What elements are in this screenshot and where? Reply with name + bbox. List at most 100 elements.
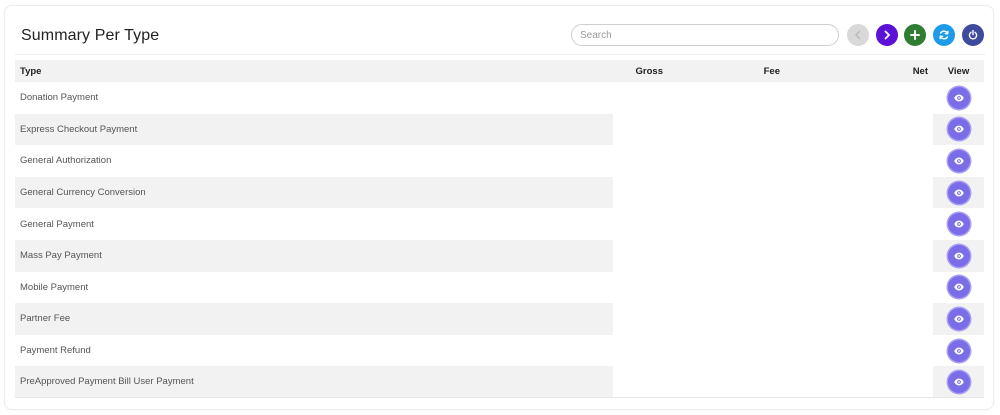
view-cell	[933, 335, 984, 367]
gross-cell	[613, 366, 668, 399]
add-button[interactable]	[904, 24, 926, 46]
column-header-net[interactable]: Net	[785, 60, 933, 82]
view-cell	[933, 272, 984, 304]
refresh-button[interactable]	[933, 24, 955, 46]
column-header-fee[interactable]: Fee	[668, 60, 785, 82]
view-button[interactable]	[947, 86, 970, 109]
power-button[interactable]	[962, 24, 984, 46]
summary-table: Type Gross Fee Net View Donation Payment…	[15, 60, 984, 399]
eye-icon	[953, 94, 964, 102]
eye-icon	[953, 378, 964, 386]
eye-icon	[953, 189, 964, 196]
view-button[interactable]	[947, 181, 970, 204]
gross-cell	[613, 82, 668, 114]
type-cell: General Payment	[20, 218, 94, 230]
type-cell: Donation Payment	[20, 92, 99, 104]
fee-cell	[668, 239, 785, 272]
net-cell	[785, 334, 933, 367]
view-cell	[933, 145, 984, 177]
view-button[interactable]	[947, 244, 970, 267]
fee-cell	[668, 113, 785, 146]
fee-cell	[668, 176, 785, 209]
next-button[interactable]	[876, 24, 898, 46]
eye-icon	[953, 157, 964, 165]
eye-icon	[953, 252, 964, 260]
view-cell	[933, 303, 984, 335]
fee-cell	[668, 366, 785, 399]
view-button[interactable]	[947, 370, 970, 393]
type-cell: General Currency Conversion	[15, 176, 613, 209]
view-button[interactable]	[947, 118, 970, 141]
gross-cell	[613, 239, 668, 272]
fee-cell	[668, 271, 785, 304]
fee-cell	[668, 208, 785, 240]
header-divider	[15, 54, 985, 55]
table-row: Payment Refund	[15, 334, 984, 367]
type-cell: Express Checkout Payment	[15, 113, 613, 146]
view-cell	[933, 366, 984, 399]
plus-icon	[910, 30, 920, 40]
view-button[interactable]	[947, 213, 970, 236]
net-cell	[785, 145, 933, 177]
view-cell	[933, 208, 984, 240]
summary-card: Summary Per Type Search Type Gross Fee N…	[4, 5, 994, 410]
column-header-gross[interactable]: Gross	[613, 60, 668, 82]
net-cell	[785, 303, 933, 335]
fee-cell	[668, 145, 785, 177]
view-cell	[933, 113, 984, 146]
prev-button[interactable]	[847, 24, 869, 46]
gross-cell	[613, 271, 668, 304]
type-cell: Mass Pay Payment	[15, 239, 613, 272]
net-cell	[785, 239, 933, 272]
type-cell: PreApproved Payment Bill User Payment	[15, 366, 613, 399]
table-row: General Payment	[15, 208, 984, 240]
gross-cell	[613, 303, 668, 335]
eye-icon	[953, 125, 964, 133]
net-cell	[785, 208, 933, 240]
table-row: General Authorization	[15, 145, 984, 177]
view-button[interactable]	[947, 307, 970, 330]
gross-cell	[613, 145, 668, 177]
net-cell	[785, 113, 933, 146]
type-cell: Payment Refund	[20, 345, 91, 357]
table-row: General Currency Conversion	[15, 176, 984, 209]
gross-cell	[613, 334, 668, 367]
net-cell	[785, 271, 933, 304]
search-input[interactable]	[571, 24, 839, 46]
page-title: Summary Per Type	[21, 27, 160, 44]
column-header-view: View	[933, 60, 984, 82]
gross-cell	[613, 113, 668, 146]
column-header-type[interactable]: Type	[15, 60, 613, 82]
view-cell	[933, 176, 984, 209]
eye-icon	[953, 315, 964, 323]
view-button[interactable]	[947, 339, 970, 362]
table-row: Express Checkout Payment	[15, 113, 984, 146]
table-header-row: Type Gross Fee Net View	[15, 60, 984, 82]
eye-icon	[953, 283, 964, 291]
eye-icon	[953, 220, 964, 228]
type-cell: Partner Fee	[15, 303, 613, 335]
view-cell	[933, 239, 984, 272]
view-cell	[933, 82, 984, 114]
chevron-right-icon	[884, 30, 890, 40]
refresh-icon	[939, 30, 949, 40]
table-row: Donation Payment	[15, 82, 984, 114]
net-cell	[785, 82, 933, 114]
power-icon	[968, 29, 978, 40]
chevron-left-icon	[855, 30, 861, 40]
net-cell	[785, 366, 933, 399]
table-row: Mobile Payment	[15, 271, 984, 304]
table-row: PreApproved Payment Bill User Payment	[15, 366, 984, 399]
fee-cell	[668, 334, 785, 367]
table-row: Partner Fee	[15, 303, 984, 335]
net-cell	[785, 176, 933, 209]
fee-cell	[668, 303, 785, 335]
gross-cell	[613, 208, 668, 240]
view-button[interactable]	[947, 149, 970, 172]
eye-icon	[953, 347, 964, 354]
type-cell: General Authorization	[20, 155, 112, 167]
table-row: Mass Pay Payment	[15, 239, 984, 272]
fee-cell	[668, 82, 785, 114]
type-cell: Mobile Payment	[20, 281, 89, 293]
view-button[interactable]	[947, 276, 970, 299]
